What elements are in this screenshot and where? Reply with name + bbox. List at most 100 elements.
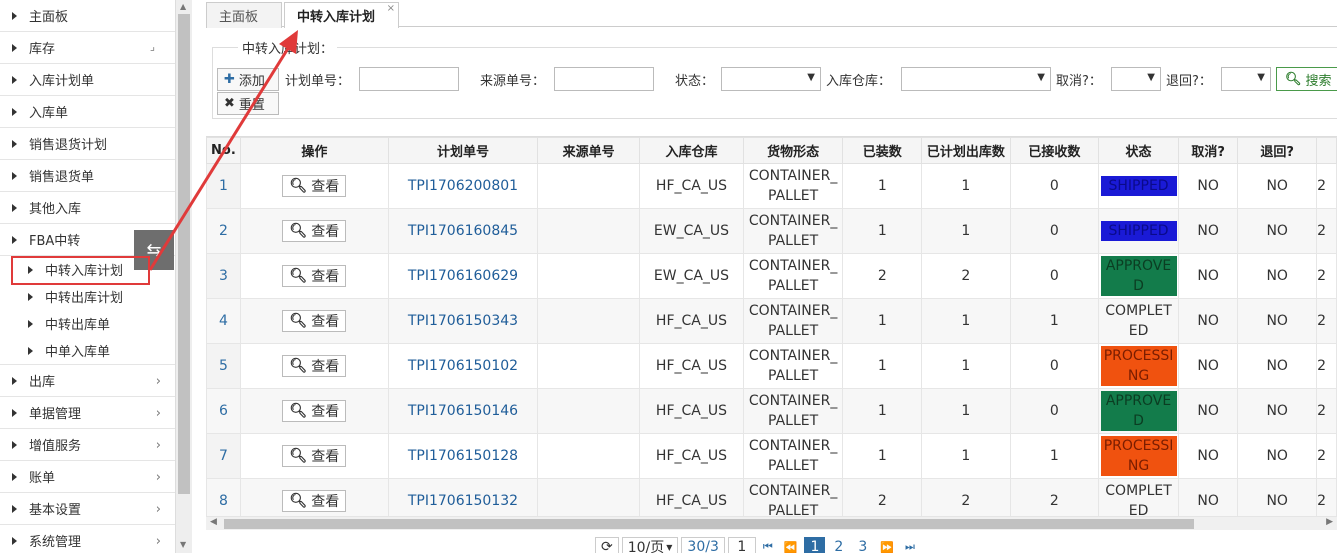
scroll-down-arrow-icon[interactable]: ▼ bbox=[180, 540, 186, 549]
column-header[interactable]: 状态 bbox=[1098, 137, 1180, 164]
column-header[interactable]: 已计划出库数 bbox=[921, 137, 1011, 164]
received-count: 0 bbox=[1009, 388, 1100, 434]
sidebar-item[interactable]: 出库 › bbox=[0, 365, 175, 397]
sidebar-scrollbar[interactable]: ▲ ▼ bbox=[176, 0, 192, 553]
column-header[interactable]: 入库仓库 bbox=[639, 137, 744, 164]
warehouse: EW_CA_US bbox=[639, 253, 744, 299]
caret-right-icon bbox=[28, 319, 33, 328]
view-button[interactable]: 🔍︎ 查看 bbox=[282, 220, 347, 242]
actions-cell: 🔍︎ 查看 bbox=[239, 208, 389, 254]
horizontal-scroll-thumb[interactable] bbox=[224, 519, 1194, 529]
view-button[interactable]: 🔍︎ 查看 bbox=[282, 175, 347, 197]
previous-page-icon[interactable]: ⏪ bbox=[779, 537, 802, 553]
sidebar-item[interactable]: 基本设置 › bbox=[0, 493, 175, 525]
column-header[interactable]: 货物形态 bbox=[742, 137, 844, 164]
close-icon: ✖ bbox=[224, 96, 235, 111]
sidebar-item[interactable]: 增值服务 › bbox=[0, 429, 175, 461]
returned-flag: NO bbox=[1237, 163, 1318, 209]
add-button[interactable]: ✚ 添加 bbox=[217, 68, 279, 91]
plan-number-link[interactable]: TPI1706160845 bbox=[387, 208, 539, 254]
table-row[interactable]: 1 🔍︎ 查看 TPI1706200801 HF_CA_US CONTAINER_ PALL… bbox=[206, 163, 1337, 209]
column-header[interactable]: 来源单号 bbox=[537, 137, 641, 164]
sidebar-item[interactable]: 其他入库 bbox=[0, 192, 175, 224]
sidebar-sub-item[interactable]: 中单入库单 bbox=[0, 337, 175, 364]
sidebar-item[interactable]: 库存 ⌟ bbox=[0, 32, 175, 64]
table-row[interactable]: 2 🔍︎ 查看 TPI1706160845 EW_CA_US CONTAINER_ PALL… bbox=[206, 208, 1337, 254]
status-select[interactable]: ▼ bbox=[721, 67, 821, 91]
return-select[interactable]: ▼ bbox=[1221, 67, 1271, 91]
plan-number-link[interactable]: TPI1706160629 bbox=[387, 253, 539, 299]
caret-right-icon bbox=[12, 11, 17, 20]
warehouse: HF_CA_US bbox=[639, 433, 744, 479]
column-header[interactable] bbox=[1316, 137, 1337, 164]
table-row[interactable]: 4 🔍︎ 查看 TPI1706150343 HF_CA_US CONTAINER_ PALL… bbox=[206, 298, 1337, 344]
sidebar-item[interactable]: 销售退货单 bbox=[0, 160, 175, 192]
scroll-left-arrow-icon[interactable]: ◀ bbox=[210, 517, 217, 527]
search-button[interactable]: 🔍︎ 搜索 bbox=[1276, 67, 1337, 91]
sidebar-item[interactable]: 主面板 bbox=[0, 0, 175, 32]
column-header[interactable]: 已接收数 bbox=[1009, 137, 1100, 164]
cargo-form-line: CONTAINER_ bbox=[748, 258, 838, 274]
column-header[interactable]: 退回? bbox=[1237, 137, 1318, 164]
view-button[interactable]: 🔍︎ 查看 bbox=[282, 490, 347, 512]
view-label: 查看 bbox=[311, 359, 340, 375]
horizontal-scrollbar[interactable]: ◀ ▶ bbox=[206, 516, 1337, 530]
cancel-select[interactable]: ▼ bbox=[1111, 67, 1161, 91]
sidebar-sub-item[interactable]: 中转出库单 bbox=[0, 310, 175, 337]
column-header[interactable]: 操作 bbox=[239, 137, 389, 164]
sidebar-item[interactable]: 单据管理 › bbox=[0, 397, 175, 429]
tab-dashboard[interactable]: 主面板 bbox=[206, 2, 282, 28]
loaded-count: 1 bbox=[842, 388, 923, 434]
search-icon: 🔍︎ bbox=[289, 313, 308, 329]
sidebar-item[interactable]: 系统管理 › bbox=[0, 525, 175, 553]
sidebar-item[interactable]: 账单 › bbox=[0, 461, 175, 493]
overflow-cell: 2 bbox=[1316, 433, 1337, 479]
page-number-input[interactable]: 1 bbox=[727, 537, 756, 553]
warehouse-select[interactable]: ▼ bbox=[901, 67, 1051, 91]
view-label: 查看 bbox=[311, 494, 340, 510]
table-row[interactable]: 8 🔍︎ 查看 TPI1706150132 HF_CA_US CONTAINER_ PALL… bbox=[206, 478, 1337, 516]
sidebar-item[interactable]: 入库单 bbox=[0, 96, 175, 128]
table-row[interactable]: 7 🔍︎ 查看 TPI1706150128 HF_CA_US CONTAINER_ PALL… bbox=[206, 433, 1337, 479]
page-button-3[interactable]: 3 bbox=[852, 537, 874, 553]
column-header[interactable]: No. bbox=[206, 137, 241, 164]
sidebar-scroll-thumb[interactable] bbox=[178, 14, 190, 494]
table-row[interactable]: 3 🔍︎ 查看 TPI1706160629 EW_CA_US CONTAINER_ PALL… bbox=[206, 253, 1337, 299]
reset-button[interactable]: ✖ 重置 bbox=[217, 92, 279, 115]
plan-no-input[interactable] bbox=[359, 67, 459, 91]
view-button[interactable]: 🔍︎ 查看 bbox=[282, 310, 347, 332]
scroll-up-arrow-icon[interactable]: ▲ bbox=[180, 2, 186, 11]
plan-number-link[interactable]: TPI1706200801 bbox=[387, 163, 539, 209]
received-count: 1 bbox=[1009, 298, 1100, 344]
next-page-icon[interactable]: ⏩ bbox=[876, 537, 898, 553]
view-button[interactable]: 🔍︎ 查看 bbox=[282, 400, 347, 422]
view-button[interactable]: 🔍︎ 查看 bbox=[282, 355, 347, 377]
view-button[interactable]: 🔍︎ 查看 bbox=[282, 265, 347, 287]
chevron-right-icon: › bbox=[155, 406, 161, 421]
page-button-2[interactable]: 2 bbox=[828, 537, 850, 553]
page-size-select[interactable]: 10/页 ▼ bbox=[621, 537, 679, 553]
plan-number-link[interactable]: TPI1706150128 bbox=[387, 433, 539, 479]
first-page-icon[interactable]: ⏮ bbox=[758, 537, 777, 553]
source-no-input[interactable] bbox=[554, 67, 654, 91]
plan-number-link[interactable]: TPI1706150132 bbox=[387, 478, 539, 516]
column-header[interactable]: 已装数 bbox=[842, 137, 923, 164]
sidebar-item[interactable]: 销售退货计划 bbox=[0, 128, 175, 160]
column-header[interactable]: 计划单号 bbox=[387, 137, 539, 164]
view-button[interactable]: 🔍︎ 查看 bbox=[282, 445, 347, 467]
sidebar-item[interactable]: 入库计划单 bbox=[0, 64, 175, 96]
plan-number-link[interactable]: TPI1706150146 bbox=[387, 388, 539, 434]
table-row[interactable]: 5 🔍︎ 查看 TPI1706150102 HF_CA_US CONTAINER_ PALL… bbox=[206, 343, 1337, 389]
column-header[interactable]: 取消? bbox=[1178, 137, 1239, 164]
scroll-right-arrow-icon[interactable]: ▶ bbox=[1326, 517, 1333, 527]
refresh-button[interactable]: ⟳ bbox=[595, 537, 619, 553]
tab-transfer-inbound-plan[interactable]: 中转入库计划 × bbox=[284, 2, 399, 28]
actions-cell: 🔍︎ 查看 bbox=[239, 343, 389, 389]
page-button-1[interactable]: 1 bbox=[804, 537, 826, 553]
plan-number-link[interactable]: TPI1706150343 bbox=[387, 298, 539, 344]
last-page-icon[interactable]: ⏭ bbox=[900, 537, 919, 553]
table-row[interactable]: 6 🔍︎ 查看 TPI1706150146 HF_CA_US CONTAINER_ PALL… bbox=[206, 388, 1337, 434]
close-icon[interactable]: × bbox=[387, 3, 395, 14]
sidebar-sub-item[interactable]: 中转出库计划 bbox=[0, 283, 175, 310]
plan-number-link[interactable]: TPI1706150102 bbox=[387, 343, 539, 389]
